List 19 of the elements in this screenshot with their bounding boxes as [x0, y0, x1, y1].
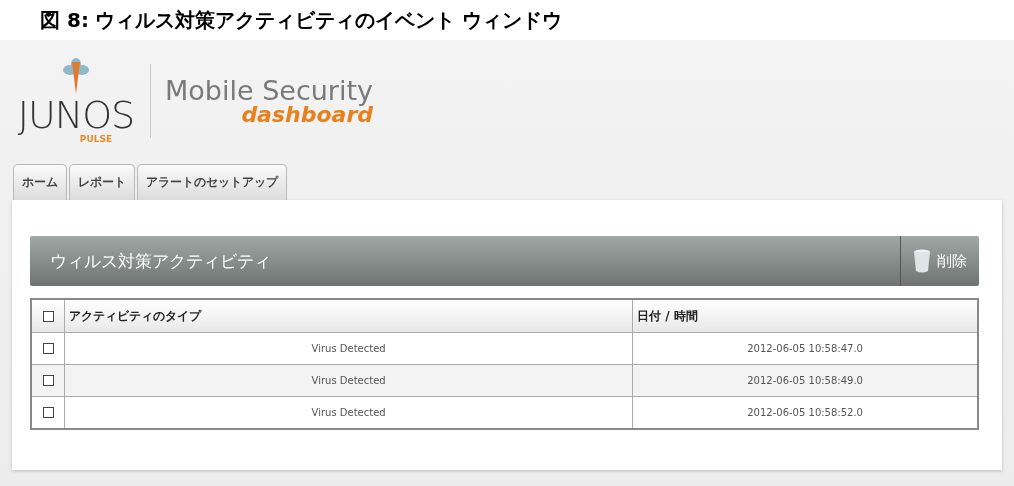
trash-icon [913, 249, 931, 273]
brand-logo: JUNOS [17, 96, 135, 134]
checkbox[interactable] [42, 311, 54, 322]
product-name: Mobile Security [165, 76, 374, 104]
figure-title: ウィルス対策アクティビティのイベント ウィンドウ [94, 6, 562, 34]
column-header: 日付 / 時間 [632, 299, 978, 333]
tab[interactable]: ホーム [13, 164, 67, 200]
panel-title: ウィルス対策アクティビティ [49, 249, 272, 273]
tab[interactable]: アラートのセットアップ [137, 164, 287, 200]
column-header: アクティビティのタイプ [64, 299, 633, 333]
checkbox[interactable] [42, 407, 54, 419]
brand-subtitle: PULSE [79, 134, 113, 144]
table-cell: Virus Detected [64, 364, 633, 397]
table-cell: Virus Detected [64, 332, 633, 365]
figure-number: 図 8: [40, 6, 89, 34]
table-cell: 2012-06-05 10:58:49.0 [632, 364, 978, 397]
checkbox[interactable] [42, 375, 54, 387]
tab[interactable]: レポート [69, 164, 135, 200]
checkbox[interactable] [42, 343, 54, 355]
